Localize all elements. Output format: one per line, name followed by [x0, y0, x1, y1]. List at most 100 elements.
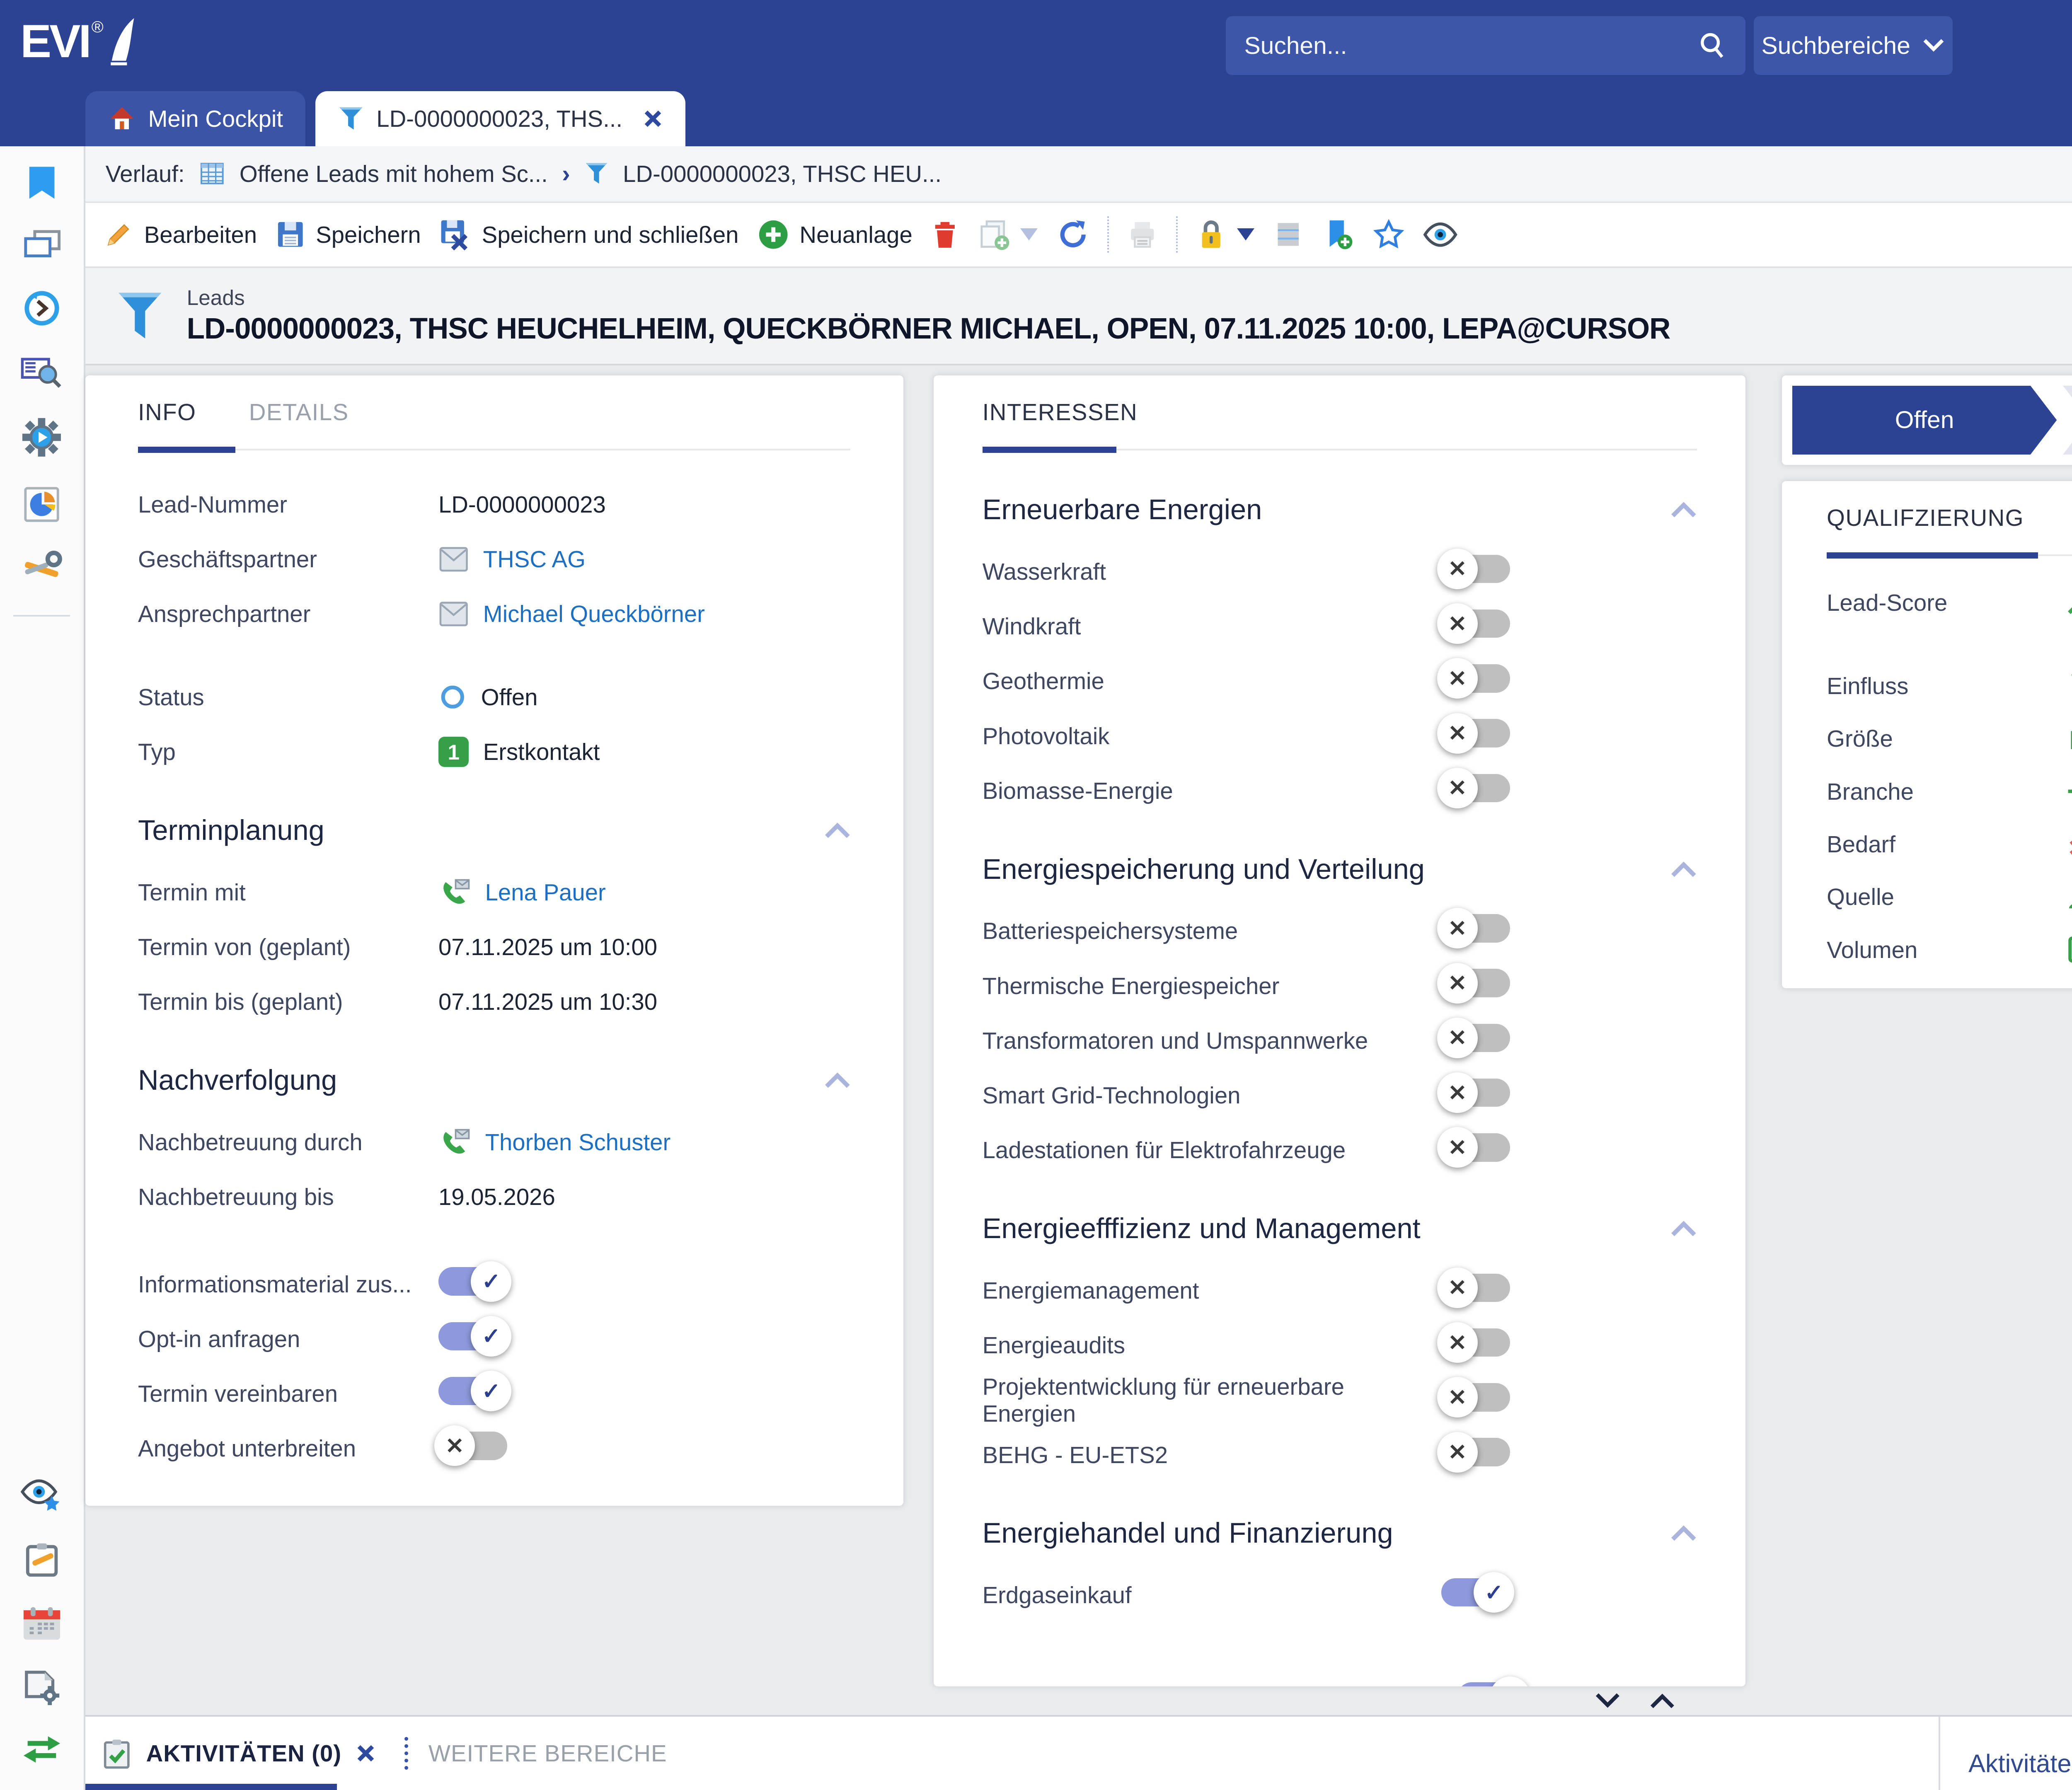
search-scope-button[interactable]: Suchbereiche [1754, 16, 1953, 75]
section-terminplanung: Terminplanung [138, 814, 850, 847]
toggle-opt-in[interactable] [438, 1322, 508, 1351]
search-list-icon[interactable] [20, 355, 63, 389]
save-close-icon [439, 218, 472, 251]
save-and-close-button[interactable]: Speichern und schließen [439, 218, 739, 251]
field-label: Ansprechpartner [138, 600, 438, 627]
toggle-energiemanagement[interactable] [1441, 1274, 1510, 1302]
collapse-chevron-icon[interactable] [824, 822, 851, 838]
toggle-transformatoren[interactable] [1441, 1024, 1510, 1052]
toggle-angebot-unterbreiten[interactable] [438, 1432, 508, 1460]
toggle-energieaudits[interactable] [1441, 1328, 1510, 1357]
section-energiespeicherung: Energiespeicherung und Verteilung [983, 853, 1697, 885]
collapse-chevron-icon[interactable] [1670, 501, 1697, 518]
interest-row: Transformatoren und Umspannwerke [983, 1013, 1697, 1068]
search-icon[interactable] [1697, 30, 1727, 60]
tab-info[interactable]: INFO [138, 399, 196, 426]
collapse-chevron-icon[interactable] [824, 1072, 851, 1088]
tab-mein-cockpit[interactable]: Mein Cockpit [85, 91, 305, 146]
toggle-photovoltaik[interactable] [1441, 719, 1510, 747]
breadcrumb-level-1[interactable]: Offene Leads mit hohem Sc... [240, 160, 548, 187]
process-step-in-bearbeitung[interactable]: In Bearbeitung [2063, 386, 2072, 455]
calendar-icon[interactable] [22, 1605, 62, 1642]
breadcrumb-level-2[interactable]: LD-0000000023, THSC HEU... [623, 160, 942, 187]
toggle-wasserkraft[interactable] [1441, 555, 1510, 583]
section-energieeffizienz: Energieefffizienz und Management [983, 1212, 1697, 1245]
toggle-erdgaseinkauf[interactable] [1441, 1578, 1510, 1607]
toggle-biomasse[interactable] [1441, 774, 1510, 803]
print-button[interactable] [1127, 219, 1157, 249]
search-input[interactable] [1244, 32, 1697, 60]
trend-up-icon [2066, 588, 2072, 617]
close-tab-icon[interactable] [356, 1743, 376, 1763]
collapse-chevron-icon[interactable] [1670, 1525, 1697, 1541]
toggle-smart-grid[interactable] [1441, 1079, 1510, 1107]
scroll-down-icon[interactable] [1595, 1693, 1620, 1709]
tab-weitere-bereiche[interactable]: WEITERE BEREICHE [428, 1740, 667, 1767]
breadcrumb-separator: › [562, 160, 570, 188]
sync-icon[interactable] [22, 1733, 62, 1766]
edit-label: Bearbeiten [144, 221, 257, 248]
open-windows-icon[interactable] [22, 227, 62, 262]
watchlist-icon[interactable] [20, 1478, 63, 1514]
new-record-button[interactable]: Neuanlage [757, 218, 913, 251]
lead-funnel-icon [116, 289, 165, 342]
toggle-geothermie[interactable] [1441, 664, 1510, 693]
partial-toggle [1457, 1682, 1527, 1686]
eye-icon [1423, 220, 1457, 249]
interest-label: Smart Grid-Technologien [983, 1082, 1441, 1109]
toggle-behg[interactable] [1441, 1438, 1510, 1466]
refresh-button[interactable] [1057, 218, 1089, 251]
copy-record-button[interactable] [978, 218, 1038, 251]
section-nachverfolgung: Nachverfolgung [138, 1064, 850, 1096]
tab-aktivitaeten[interactable]: AKTIVITÄTEN (0) [85, 1717, 397, 1790]
record-toolbar: Bearbeiten Speichern Speichern und schli… [85, 203, 2072, 268]
process-settings-icon[interactable] [20, 416, 63, 459]
qual-label: Lead-Score [1827, 589, 2066, 616]
collapse-chevron-icon[interactable] [1670, 1220, 1697, 1236]
save-button[interactable]: Speichern [275, 219, 421, 249]
copy-dropdown-caret-icon[interactable] [1020, 228, 1038, 240]
qual-row: Bedarf Akut [1827, 818, 2072, 871]
bookmark-add-button[interactable] [1322, 218, 1354, 251]
interessen-tabs: INTERESSEN [983, 375, 1697, 450]
tab-qualifzierung[interactable]: QUALIFZIERUNG [1827, 504, 2024, 531]
interest-label: Wasserkraft [983, 558, 1441, 585]
toggle-informationsmaterial[interactable] [438, 1267, 508, 1296]
report-icon[interactable] [22, 485, 61, 524]
field-row: Geschäftspartner THSC AG [138, 532, 850, 586]
dataset-rows-button[interactable] [1273, 219, 1303, 249]
scroll-up-icon[interactable] [1650, 1693, 1675, 1709]
toggle-projektentwicklung[interactable] [1441, 1383, 1510, 1412]
favorite-star-button[interactable] [1372, 218, 1405, 251]
toggle-thermische[interactable] [1441, 969, 1510, 997]
termin-mit-link[interactable]: Lena Pauer [485, 879, 606, 906]
tab-details[interactable]: DETAILS [249, 399, 349, 426]
interest-row: Ladestationen für Elektrofahrzeuge [983, 1123, 1697, 1178]
contact-person-link[interactable]: Michael Queckbörner [483, 600, 705, 627]
toggle-windkraft[interactable] [1441, 610, 1510, 638]
close-tab-icon[interactable] [643, 109, 663, 129]
logo-registered-mark: ® [92, 18, 104, 36]
tab-record[interactable]: LD-0000000023, THS... [315, 91, 685, 146]
delete-button[interactable] [931, 219, 959, 249]
lead-funnel-icon [584, 162, 609, 186]
process-step-offen[interactable]: Offen [1792, 386, 2057, 455]
toggle-ladestationen[interactable] [1441, 1133, 1510, 1162]
collapse-chevron-icon[interactable] [1670, 861, 1697, 877]
lock-button[interactable] [1196, 218, 1255, 251]
status-value: Offen [481, 684, 538, 711]
edit-button[interactable]: Bearbeiten [104, 219, 257, 249]
toggle-batteriespeicher[interactable] [1441, 914, 1510, 943]
lock-dropdown-caret-icon[interactable] [1237, 228, 1255, 240]
nachbetreuung-link[interactable]: Thorben Schuster [485, 1129, 671, 1156]
admin-tools-icon[interactable] [20, 550, 63, 588]
notes-icon[interactable] [24, 1541, 60, 1579]
watch-eye-button[interactable] [1423, 220, 1457, 249]
toggle-termin-vereinbaren[interactable] [438, 1377, 508, 1405]
document-settings-icon[interactable] [22, 1668, 61, 1707]
business-partner-link[interactable]: THSC AG [483, 546, 586, 573]
tab-interessen[interactable]: INTERESSEN [983, 399, 1138, 426]
bookmarks-icon[interactable] [24, 164, 60, 201]
breadcrumb: Verlauf: Offene Leads mit hohem Sc... › … [85, 146, 2072, 203]
history-icon[interactable] [22, 288, 62, 329]
